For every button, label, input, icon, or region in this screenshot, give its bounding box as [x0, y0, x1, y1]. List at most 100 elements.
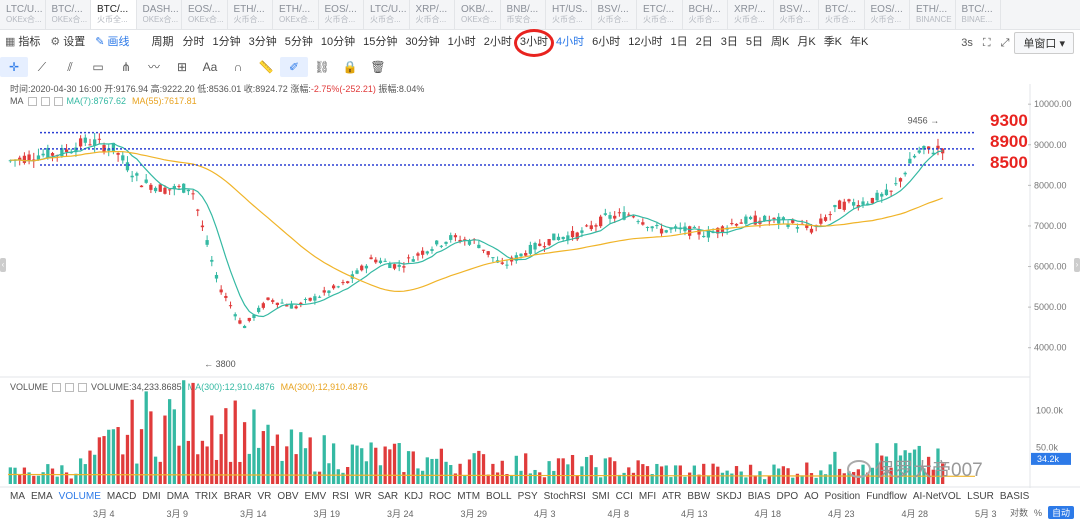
- candle-body: [584, 225, 589, 227]
- candle-body: [116, 152, 120, 155]
- candle-body: [617, 212, 622, 214]
- candle-body: [247, 317, 251, 321]
- volume-bar: [570, 454, 575, 484]
- indicator-volume[interactable]: VOLUME: [59, 491, 101, 502]
- candle-body: [121, 155, 125, 161]
- volume-bar: [730, 473, 734, 484]
- candle-body: [908, 158, 912, 164]
- candle-body: [205, 240, 209, 245]
- candle-body: [645, 226, 650, 228]
- indicator-smi[interactable]: SMI: [592, 491, 610, 502]
- volume-bar: [102, 436, 106, 484]
- candle-body: [875, 192, 879, 201]
- indicator-rsi[interactable]: RSI: [332, 491, 349, 502]
- price-chart[interactable]: 10000.00 9000.00 8000.00 7000.00 6000.00 5000…: [0, 0, 1080, 520]
- candle-body: [186, 189, 191, 192]
- volume-bar: [561, 458, 565, 484]
- indicator-emv[interactable]: EMV: [305, 491, 327, 502]
- indicator-bias[interactable]: BIAS: [748, 491, 771, 502]
- percent-toggle[interactable]: %: [1034, 508, 1042, 518]
- indicator-fundflow[interactable]: Fundflow: [866, 491, 907, 502]
- volume-bar: [167, 399, 172, 484]
- candle-body: [505, 264, 509, 266]
- volume-bar: [514, 455, 518, 484]
- indicator-vr[interactable]: VR: [258, 491, 272, 502]
- scroll-right-icon[interactable]: ›: [1074, 258, 1080, 272]
- volume-bar: [584, 456, 589, 484]
- indicator-bbw[interactable]: BBW: [687, 491, 710, 502]
- volume-bar: [116, 427, 120, 484]
- volume-bar: [795, 473, 800, 484]
- indicator-dmi[interactable]: DMI: [142, 491, 160, 502]
- indicator-skdj[interactable]: SKDJ: [716, 491, 742, 502]
- candle-body: [894, 183, 898, 185]
- volume-bar: [74, 473, 78, 484]
- indicator-mtm[interactable]: MTM: [457, 491, 480, 502]
- indicator-boll[interactable]: BOLL: [486, 491, 512, 502]
- candle-body: [163, 187, 167, 194]
- candle-body: [430, 249, 434, 251]
- indicator-dma[interactable]: DMA: [167, 491, 189, 502]
- candle-body: [271, 300, 275, 302]
- candle-body: [257, 307, 261, 313]
- candle-body: [449, 235, 453, 240]
- indicator-ma[interactable]: MA: [10, 491, 25, 502]
- indicator-macd[interactable]: MACD: [107, 491, 136, 502]
- candle-body: [589, 225, 593, 230]
- date-tick: 4月 23: [828, 509, 855, 519]
- indicator-ema[interactable]: EMA: [31, 491, 53, 502]
- annotation-8500: 8500: [990, 153, 1028, 172]
- indicator-roc[interactable]: ROC: [429, 491, 451, 502]
- candle-body: [744, 216, 748, 224]
- volume-bar: [538, 472, 542, 484]
- indicator-psy[interactable]: PSY: [518, 491, 538, 502]
- candle-body: [364, 265, 369, 269]
- candle-body: [135, 173, 139, 176]
- volume-bar: [322, 435, 326, 484]
- volume-bar: [214, 459, 219, 484]
- volume-bar: [669, 477, 673, 484]
- volume-bar: [809, 473, 814, 484]
- indicator-wr[interactable]: WR: [355, 491, 372, 502]
- volume-bar: [758, 471, 762, 484]
- indicator-atr[interactable]: ATR: [662, 491, 681, 502]
- scroll-left-icon[interactable]: ‹: [0, 258, 6, 272]
- indicator-stochrsi[interactable]: StochRSI: [544, 491, 586, 502]
- candle-body: [889, 190, 893, 192]
- indicator-basis[interactable]: BASIS: [1000, 491, 1029, 502]
- auto-toggle[interactable]: 自动: [1047, 506, 1074, 519]
- volume-bar: [191, 382, 195, 484]
- indicator-mfi[interactable]: MFI: [639, 491, 656, 502]
- indicator-lsur[interactable]: LSUR: [967, 491, 994, 502]
- low-marker: ← 3800: [204, 359, 236, 369]
- indicator-brar[interactable]: BRAR: [224, 491, 252, 502]
- volume-bar: [341, 472, 345, 484]
- volume-bar: [683, 476, 687, 484]
- candle-body: [369, 257, 373, 260]
- volume-bar: [374, 447, 378, 484]
- volume-bar: [472, 453, 476, 484]
- indicator-trix[interactable]: TRIX: [195, 491, 218, 502]
- indicator-position[interactable]: Position: [825, 491, 861, 502]
- candle-body: [191, 193, 195, 195]
- volume-bar: [50, 468, 55, 484]
- candle-body: [153, 187, 158, 192]
- candle-body: [870, 197, 875, 204]
- volume-bar: [327, 463, 331, 484]
- volume-bar: [603, 458, 607, 484]
- indicator-obv[interactable]: OBV: [277, 491, 298, 502]
- candle-body: [27, 154, 31, 161]
- axis-controls: 对数 % 自动: [1010, 506, 1074, 519]
- indicator-ai-netvol[interactable]: AI-NetVOL: [913, 491, 961, 502]
- candle-body: [177, 185, 181, 187]
- indicator-sar[interactable]: SAR: [378, 491, 399, 502]
- indicator-cci[interactable]: CCI: [616, 491, 633, 502]
- candle-body: [317, 296, 322, 298]
- indicator-ao[interactable]: AO: [804, 491, 818, 502]
- log-toggle[interactable]: 对数: [1010, 506, 1028, 519]
- volume-bar: [702, 463, 706, 484]
- indicator-kdj[interactable]: KDJ: [404, 491, 423, 502]
- candle-body: [420, 250, 425, 255]
- indicator-dpo[interactable]: DPO: [777, 491, 799, 502]
- volume-bar: [369, 442, 373, 484]
